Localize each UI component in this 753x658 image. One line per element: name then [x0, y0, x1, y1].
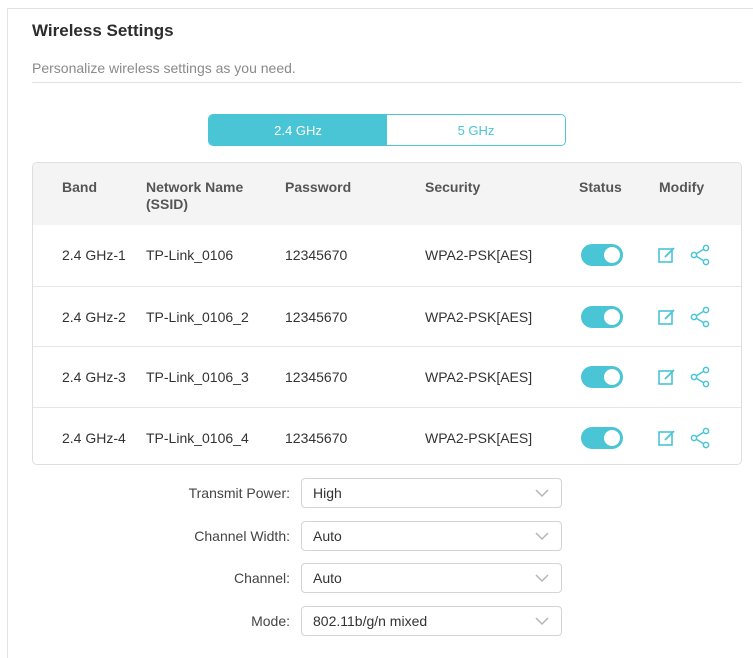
channel-width-row: Channel Width: Auto	[32, 521, 742, 551]
row-ssid: TP-Link_0106_2	[146, 308, 249, 325]
row-password: 12345670	[285, 429, 348, 446]
table-row: 2.4 GHz-1 TP-Link_0106 12345670 WPA2-PSK[AE…	[33, 225, 741, 286]
mode-label: Mode:	[251, 613, 290, 629]
transmit-power-row: Transmit Power: High	[32, 478, 742, 508]
header-modify: Modify	[659, 179, 705, 195]
mode-value: 802.11b/g/n mixed	[313, 613, 428, 629]
edit-icon[interactable]	[657, 428, 677, 448]
table-row: 2.4 GHz-2 TP-Link_0106_2 12345670 WPA2-PSK[…	[33, 285, 741, 347]
tab-5-ghz[interactable]: 5 GHz	[387, 115, 565, 145]
header-band: Band	[62, 179, 97, 195]
row-password: 12345670	[285, 369, 348, 385]
channel-width-label: Channel Width:	[194, 528, 290, 544]
edit-icon[interactable]	[657, 367, 677, 387]
mode-row: Mode: 802.11b/g/n mixed	[32, 606, 742, 636]
share-icon[interactable]	[689, 244, 711, 266]
toggle-knob	[604, 369, 620, 385]
header-security: Security	[425, 179, 481, 195]
row-band: 2.4 GHz-2	[62, 308, 126, 325]
status-toggle[interactable]	[581, 426, 623, 449]
channel-width-select[interactable]: Auto	[301, 521, 562, 551]
row-security: WPA2-PSK[AES]	[425, 369, 533, 385]
table-header: Band Network Name (SSID) Password Securi…	[33, 163, 741, 225]
header-network-name: Network Name (SSID)	[146, 179, 243, 213]
channel-width-value: Auto	[313, 528, 342, 544]
table-row: 2.4 GHz-3 TP-Link_0106_3 12345670 WPA2-PSK[…	[33, 346, 741, 407]
transmit-power-value: High	[313, 485, 342, 501]
toggle-knob	[604, 308, 620, 325]
mode-select[interactable]: 802.11b/g/n mixed	[301, 606, 562, 636]
toggle-knob	[604, 247, 620, 263]
status-toggle[interactable]	[581, 366, 623, 388]
header-network-name-line2: (SSID)	[146, 196, 188, 212]
chevron-down-icon	[535, 574, 549, 583]
header-password: Password	[285, 179, 352, 195]
toggle-knob	[604, 429, 620, 446]
table-row: 2.4 GHz-4 TP-Link_0106_4 12345670 WPA2-PSK[…	[33, 406, 741, 465]
header-divider	[32, 82, 742, 83]
ssid-table: Band Network Name (SSID) Password Securi…	[32, 162, 742, 465]
header-network-name-line1: Network Name	[146, 179, 244, 195]
transmit-power-label: Transmit Power:	[188, 485, 290, 501]
chevron-down-icon	[535, 532, 549, 541]
row-ssid: TP-Link_0106_3	[146, 369, 249, 385]
share-icon[interactable]	[689, 427, 711, 449]
share-icon[interactable]	[689, 366, 711, 388]
row-band: 2.4 GHz-1	[62, 247, 126, 263]
band-tab-switch: 2.4 GHz 5 GHz	[208, 114, 566, 146]
channel-value: Auto	[313, 570, 342, 586]
chevron-down-icon	[535, 489, 549, 498]
share-icon[interactable]	[689, 306, 711, 328]
row-ssid: TP-Link_0106	[146, 247, 234, 263]
edit-icon[interactable]	[657, 307, 677, 327]
row-password: 12345670	[285, 247, 348, 263]
edit-icon[interactable]	[657, 245, 677, 265]
row-security: WPA2-PSK[AES]	[425, 429, 533, 446]
page-title: Wireless Settings	[32, 21, 174, 40]
row-security: WPA2-PSK[AES]	[425, 247, 533, 263]
channel-label: Channel:	[233, 570, 290, 586]
chevron-down-icon	[535, 617, 549, 626]
row-band: 2.4 GHz-4	[62, 429, 126, 446]
page-subtitle: Personalize wireless settings as you nee…	[32, 60, 296, 76]
header-status: Status	[579, 179, 622, 195]
row-ssid: TP-Link_0106_4	[146, 429, 249, 446]
status-toggle[interactable]	[581, 305, 623, 328]
row-band: 2.4 GHz-3	[62, 369, 126, 385]
row-security: WPA2-PSK[AES]	[425, 308, 533, 325]
transmit-power-select[interactable]: High	[301, 478, 562, 508]
tab-2-4-ghz[interactable]: 2.4 GHz	[209, 115, 387, 145]
row-password: 12345670	[285, 308, 348, 325]
status-toggle[interactable]	[581, 244, 623, 266]
channel-row: Channel: Auto	[32, 563, 742, 593]
channel-select[interactable]: Auto	[301, 563, 562, 593]
